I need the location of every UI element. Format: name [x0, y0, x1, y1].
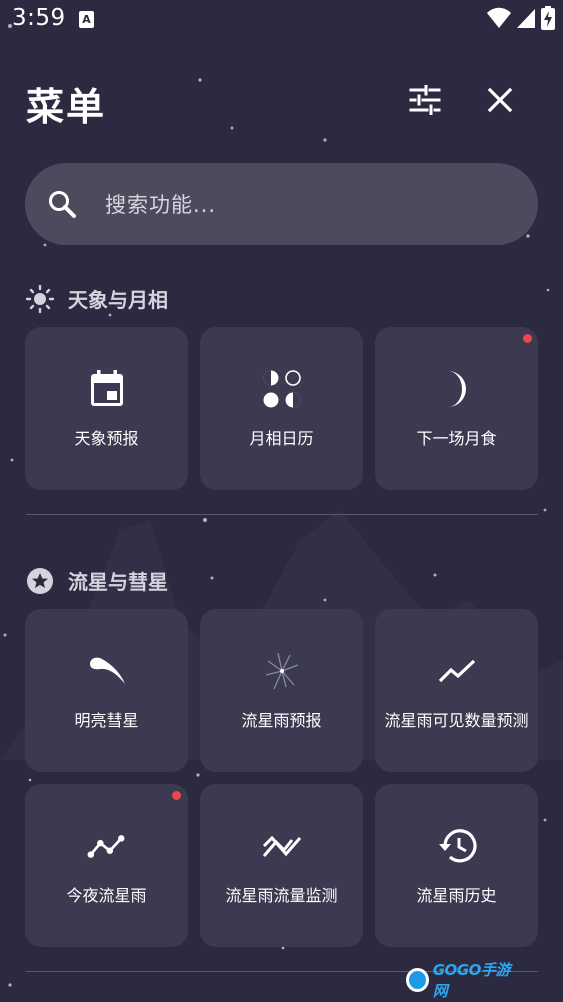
card-bright-comets[interactable]: 明亮彗星 [25, 609, 188, 772]
wifi-icon [487, 7, 511, 28]
section-title: 天象与月相 [68, 288, 168, 312]
comet-icon [89, 657, 125, 684]
cellular-signal-icon [517, 9, 535, 28]
moon-phases-icon [263, 369, 301, 407]
star-circle-icon [27, 567, 53, 594]
card-label: 流星雨预报 [241, 710, 322, 730]
section-divider [26, 514, 538, 515]
filter-settings-button[interactable] [401, 76, 449, 124]
battery-charging-icon [541, 6, 555, 30]
notification-badge [523, 334, 532, 343]
section-title: 流星与彗星 [68, 570, 168, 594]
status-bar: 3:59 A [0, 0, 563, 38]
card-label: 下一场月食 [416, 428, 497, 448]
card-label: 天象预报 [74, 428, 139, 448]
card-meteor-flux-monitor[interactable]: 流星雨流量监测 [200, 784, 363, 947]
section-header-meteors: 流星与彗星 [26, 566, 168, 595]
card-label: 明亮彗星 [74, 710, 139, 730]
card-meteor-shower-history[interactable]: 流星雨历史 [375, 784, 538, 947]
sun-icon [26, 284, 54, 313]
card-moon-phase-calendar[interactable]: 月相日历 [200, 327, 363, 490]
notification-a-icon: A [79, 11, 94, 28]
card-label: 流星雨可见数量预测 [384, 710, 529, 730]
card-label: 月相日历 [249, 428, 314, 448]
crescent-moon-icon [447, 370, 466, 407]
card-sky-forecast[interactable]: 天象预报 [25, 327, 188, 490]
card-next-lunar-eclipse[interactable]: 下一场月食 [375, 327, 538, 490]
search-icon [49, 191, 76, 218]
calendar-icon [90, 369, 123, 406]
card-tonight-meteor-shower[interactable]: 今夜流星雨 [25, 784, 188, 947]
search-bar[interactable]: 搜索功能... [25, 163, 538, 245]
page-title: 菜单 [26, 85, 107, 129]
search-input[interactable]: 搜索功能... [105, 189, 216, 219]
meteor-shower-icon [265, 652, 298, 689]
watermark-logo-icon [406, 968, 429, 992]
watermark-logo: GOGO手游网 [406, 961, 518, 1000]
status-icons [487, 6, 555, 30]
wave-line-icon [87, 834, 125, 858]
watermark-text: GOGO手游网 [432, 961, 511, 1000]
card-label: 流星雨流量监测 [225, 885, 338, 905]
trend-line-icon [438, 659, 475, 682]
tune-sliders-icon [409, 85, 441, 115]
card-meteor-count-prediction[interactable]: 流星雨可见数量预测 [375, 609, 538, 772]
section-header-astronomy: 天象与月相 [26, 284, 168, 313]
status-time: 3:59 [12, 5, 66, 31]
history-icon [438, 828, 477, 862]
close-button[interactable] [476, 76, 524, 124]
card-label: 今夜流星雨 [66, 885, 147, 905]
zigzag-chart-icon [262, 835, 301, 857]
card-meteor-shower-forecast[interactable]: 流星雨预报 [200, 609, 363, 772]
close-icon [487, 87, 513, 113]
notification-badge [172, 791, 181, 800]
card-label: 流星雨历史 [416, 885, 497, 905]
